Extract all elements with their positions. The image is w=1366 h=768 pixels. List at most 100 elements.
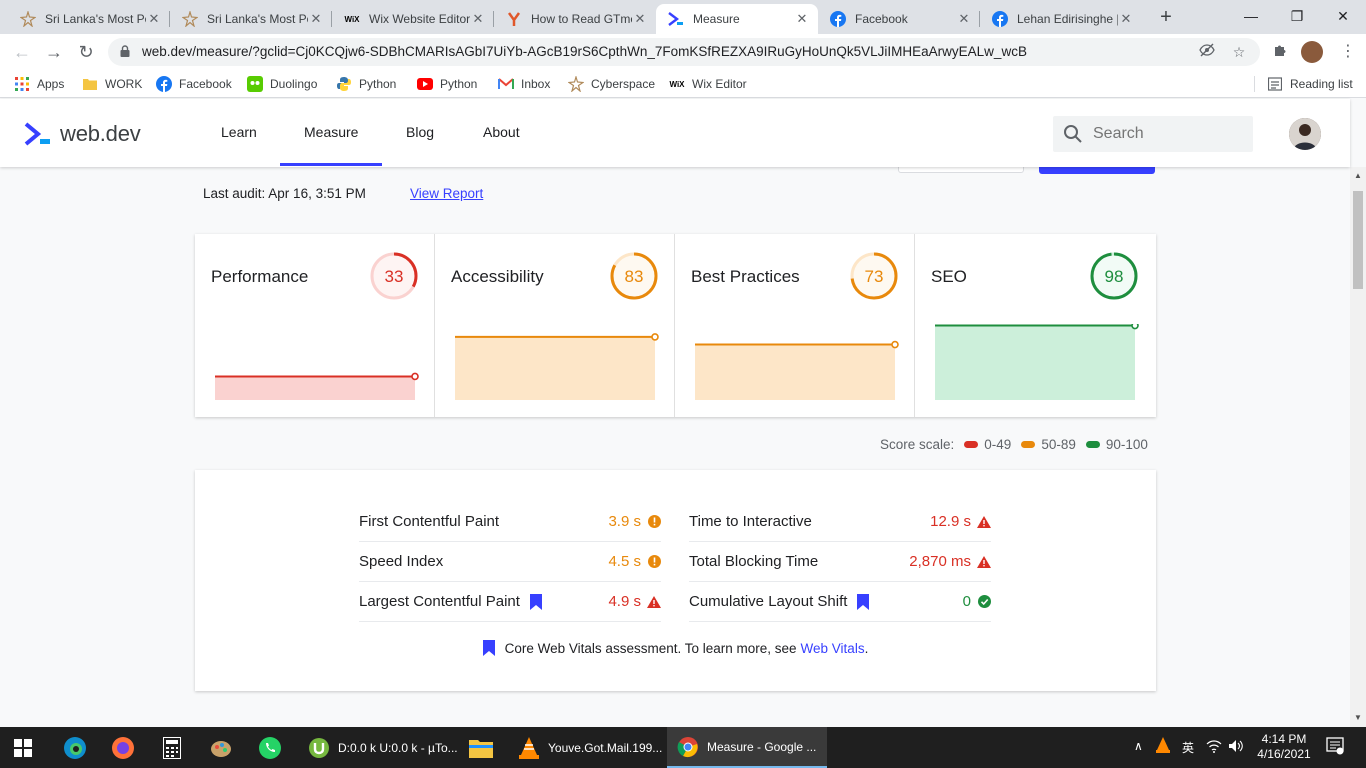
taskbar-app-utorrent[interactable]: D:0.0 k U:0.0 k - µTo... bbox=[298, 727, 458, 768]
restore-button[interactable]: ❐ bbox=[1274, 4, 1320, 28]
close-window-button[interactable]: ✕ bbox=[1320, 4, 1366, 28]
browser-tab[interactable]: Sri Lanka's Most Po ✕ bbox=[170, 4, 332, 34]
windows-start-icon[interactable] bbox=[10, 735, 36, 761]
close-tab-icon[interactable]: ✕ bbox=[1118, 11, 1134, 27]
metric-name: Time to Interactive bbox=[689, 513, 812, 530]
site-logo[interactable]: web.dev bbox=[24, 121, 141, 147]
score-gauge: 98 bbox=[1090, 252, 1138, 300]
nav-learn[interactable]: Learn bbox=[221, 124, 257, 140]
notifications-icon[interactable] bbox=[1326, 737, 1344, 758]
reading-list-button[interactable]: Reading list bbox=[1267, 76, 1353, 92]
bookmark-facebook[interactable]: Facebook bbox=[156, 76, 232, 92]
search-input[interactable] bbox=[1093, 116, 1243, 152]
browser-tab[interactable]: Lehan Edirisinghe | F ✕ bbox=[980, 4, 1142, 34]
scroll-down-icon[interactable]: ▼ bbox=[1354, 713, 1362, 722]
paint-icon[interactable] bbox=[208, 735, 234, 761]
whatsapp-icon[interactable] bbox=[257, 735, 283, 761]
metric-status-fail-icon bbox=[647, 595, 661, 609]
bookmark-apps[interactable]: Apps bbox=[14, 76, 64, 92]
score-scale: Score scale: 0-49 50-89 90-100 bbox=[880, 437, 1148, 452]
eye-off-icon[interactable] bbox=[1198, 43, 1216, 61]
bookmark-python[interactable]: Python bbox=[336, 76, 396, 92]
close-tab-icon[interactable]: ✕ bbox=[470, 11, 486, 27]
wix-icon: WiX bbox=[669, 79, 685, 89]
primary-button-partial[interactable] bbox=[1039, 167, 1155, 174]
facebook-icon bbox=[992, 11, 1008, 27]
metric-cumulative-layout-shift[interactable]: Cumulative Layout Shift 0 bbox=[689, 582, 991, 622]
metric-value: 4.5 s bbox=[608, 553, 641, 570]
firefox-icon[interactable] bbox=[110, 735, 136, 761]
taskbar-app-vlc[interactable]: Youve.Got.Mail.199... bbox=[508, 727, 666, 768]
bookmark-cyberspace[interactable]: Cyberspace bbox=[568, 76, 655, 92]
taskbar-app-chrome[interactable]: Measure - Google ... bbox=[667, 727, 827, 768]
bookmark-inbox[interactable]: Inbox bbox=[498, 76, 550, 92]
minimize-button[interactable]: — bbox=[1228, 4, 1274, 28]
close-tab-icon[interactable]: ✕ bbox=[956, 11, 972, 27]
back-button[interactable]: ← bbox=[10, 40, 34, 64]
bookmark-star-icon[interactable]: ☆ bbox=[1230, 43, 1248, 61]
browser-tab[interactable]: WiX Wix Website Editor ✕ bbox=[332, 4, 494, 34]
last-audit-text: Last audit: Apr 16, 3:51 PM bbox=[203, 186, 366, 201]
scrollbar-thumb[interactable] bbox=[1353, 191, 1363, 289]
close-tab-icon[interactable]: ✕ bbox=[632, 11, 648, 27]
tray-chevron-up-icon[interactable]: ∧ bbox=[1134, 739, 1143, 753]
vlc-icon bbox=[518, 736, 540, 759]
browser-tab[interactable]: How to Read GTmetrix ✕ bbox=[494, 4, 656, 34]
nav-measure[interactable]: Measure bbox=[304, 124, 358, 140]
metric-speed-index[interactable]: Speed Index 4.5 s bbox=[359, 542, 661, 582]
metric-largest-contentful-paint[interactable]: Largest Contentful Paint 4.9 s bbox=[359, 582, 661, 622]
reload-button[interactable]: ↻ bbox=[74, 40, 98, 64]
metric-total-blocking-time[interactable]: Total Blocking Time 2,870 ms bbox=[689, 542, 991, 582]
score-gauge: 33 bbox=[370, 252, 418, 300]
score-value: 73 bbox=[865, 267, 884, 286]
secondary-button-partial[interactable] bbox=[898, 167, 1024, 173]
bookmark-wix-editor[interactable]: WiX Wix Editor bbox=[669, 76, 746, 92]
scroll-up-icon[interactable]: ▲ bbox=[1354, 171, 1362, 180]
score-card-best-practices[interactable]: Best Practices 73 bbox=[675, 234, 915, 417]
bookmark-work[interactable]: WORK bbox=[82, 76, 142, 92]
kebab-menu-icon[interactable]: ⋮ bbox=[1340, 42, 1356, 62]
browser-tab-strip: Sri Lanka's Most Po ✕ Sri Lanka's Most P… bbox=[0, 0, 1366, 34]
tray-wifi-icon[interactable] bbox=[1206, 739, 1222, 756]
bookmark-duolingo[interactable]: Duolingo bbox=[247, 76, 317, 92]
view-report-link[interactable]: View Report bbox=[410, 186, 483, 201]
metric-status-average-icon bbox=[647, 555, 661, 569]
new-tab-button[interactable]: + bbox=[1156, 6, 1176, 28]
nav-blog[interactable]: Blog bbox=[406, 124, 434, 140]
tray-language-icon[interactable]: 英 bbox=[1182, 739, 1194, 756]
score-history-point bbox=[651, 333, 659, 341]
close-tab-icon[interactable]: ✕ bbox=[308, 11, 324, 27]
file-explorer-icon[interactable] bbox=[468, 735, 494, 761]
youtube-icon bbox=[417, 76, 433, 92]
address-bar[interactable]: web.dev/measure/?gclid=Cj0KCQjw6-SDBhCMA… bbox=[108, 38, 1260, 66]
browser-tab[interactable]: Sri Lanka's Most Po ✕ bbox=[8, 4, 170, 34]
calculator-icon[interactable] bbox=[159, 735, 185, 761]
metric-time-to-interactive[interactable]: Time to Interactive 12.9 s bbox=[689, 502, 991, 542]
score-card-accessibility[interactable]: Accessibility 83 bbox=[435, 234, 675, 417]
web-vitals-link[interactable]: Web Vitals bbox=[801, 641, 865, 656]
close-tab-icon[interactable]: ✕ bbox=[146, 11, 162, 27]
forward-button[interactable]: → bbox=[42, 40, 66, 64]
metric-status-fail-icon bbox=[977, 515, 991, 529]
taskbar-clock[interactable]: 4:14 PM 4/16/2021 bbox=[1252, 732, 1316, 762]
score-cards: Performance 33 Accessibility 83 Best Practic… bbox=[195, 234, 1156, 417]
close-tab-icon[interactable]: ✕ bbox=[794, 11, 810, 27]
edge-icon[interactable] bbox=[62, 735, 88, 761]
browser-tab-active[interactable]: Measure ✕ bbox=[656, 4, 818, 34]
profile-avatar[interactable] bbox=[1301, 41, 1323, 63]
score-card-performance[interactable]: Performance 33 bbox=[195, 234, 435, 417]
extensions-puzzle-icon[interactable] bbox=[1270, 43, 1290, 63]
tray-volume-icon[interactable] bbox=[1228, 739, 1244, 756]
score-card-seo[interactable]: SEO 98 bbox=[915, 234, 1155, 417]
metric-first-contentful-paint[interactable]: First Contentful Paint 3.9 s bbox=[359, 502, 661, 542]
bookmark-python-youtube[interactable]: Python bbox=[417, 76, 477, 92]
site-search[interactable] bbox=[1053, 116, 1253, 152]
vertical-scrollbar[interactable]: ▲ ▼ bbox=[1350, 167, 1366, 727]
tray-vlc-icon[interactable] bbox=[1156, 737, 1170, 756]
nav-about[interactable]: About bbox=[483, 124, 520, 140]
user-avatar[interactable] bbox=[1289, 118, 1321, 150]
bookmark-flag-icon bbox=[482, 640, 495, 656]
wix-icon: WiX bbox=[344, 14, 360, 24]
browser-tab[interactable]: Facebook ✕ bbox=[818, 4, 980, 34]
score-scale-red-swatch bbox=[964, 441, 979, 448]
